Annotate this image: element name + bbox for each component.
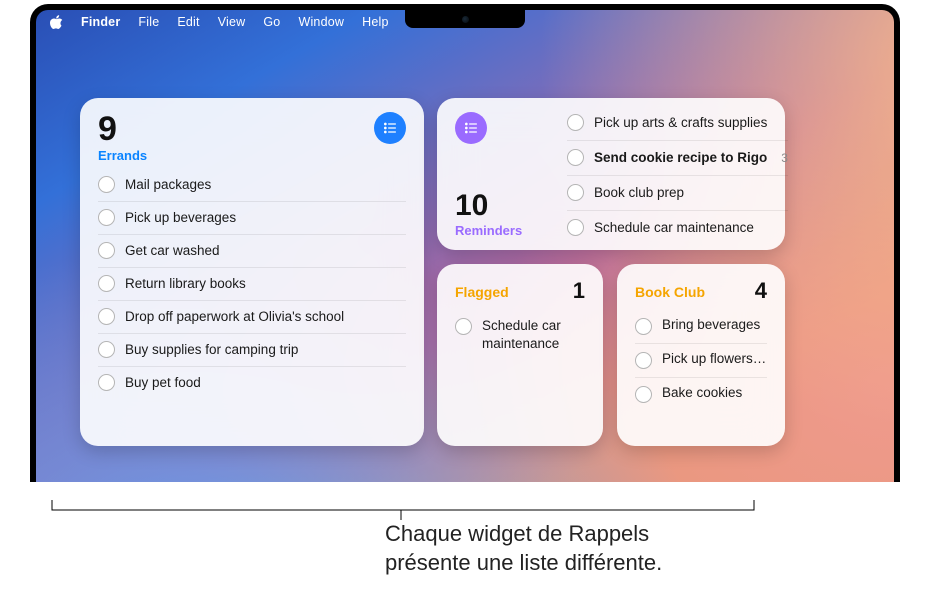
flagged-name: Flagged <box>455 284 509 300</box>
subtask-count-badge: 3 <box>781 151 788 165</box>
widget-flagged[interactable]: Flagged 1 Schedule car maintenance <box>437 264 603 446</box>
annotation-callout: Chaque widget de Rappels présente une li… <box>51 500 755 535</box>
menubar-item-help[interactable]: Help <box>362 15 389 29</box>
display-notch <box>405 10 525 28</box>
checkbox-circle[interactable] <box>567 149 584 166</box>
checkbox-circle[interactable] <box>455 318 472 335</box>
bookclub-name: Book Club <box>635 284 705 300</box>
list-item[interactable]: Buy pet food <box>98 367 406 399</box>
checkbox-circle[interactable] <box>98 242 115 259</box>
list-item[interactable]: Schedule car maintenance <box>567 211 788 245</box>
list-item[interactable]: Return library books <box>98 268 406 301</box>
menubar-item-file[interactable]: File <box>138 15 159 29</box>
errands-name: Errands <box>98 148 147 163</box>
widget-errands[interactable]: 9 Errands Mail packages Pick up beverage… <box>80 98 424 446</box>
list-item[interactable]: Pick up flowers f... <box>635 344 767 378</box>
screen: Finder File Edit View Go Window Help 9 E… <box>36 10 894 482</box>
errands-count: 9 <box>98 112 147 146</box>
apple-menu-icon[interactable] <box>50 15 63 29</box>
list-item[interactable]: Bake cookies <box>635 378 767 411</box>
checkbox-circle[interactable] <box>635 386 652 403</box>
list-item[interactable]: Buy supplies for camping trip <box>98 334 406 367</box>
menubar-item-go[interactable]: Go <box>263 15 280 29</box>
list-item[interactable]: Mail packages <box>98 169 406 202</box>
checkbox-circle[interactable] <box>98 374 115 391</box>
checkbox-circle[interactable] <box>567 114 584 131</box>
menubar-app-name[interactable]: Finder <box>81 15 120 29</box>
menubar-item-window[interactable]: Window <box>298 15 344 29</box>
checkbox-circle[interactable] <box>98 308 115 325</box>
list-item[interactable]: Send cookie recipe to Rigo3 <box>567 141 788 176</box>
checkbox-circle[interactable] <box>567 184 584 201</box>
checkbox-circle[interactable] <box>635 318 652 335</box>
list-item[interactable]: Drop off paperwork at Olivia's school <box>98 301 406 334</box>
menubar-item-view[interactable]: View <box>218 15 246 29</box>
checkbox-circle[interactable] <box>98 275 115 292</box>
list-item[interactable]: Get car washed <box>98 235 406 268</box>
checkbox-circle[interactable] <box>98 209 115 226</box>
list-item[interactable]: Book club prep <box>567 176 788 211</box>
list-icon <box>374 112 406 144</box>
camera-icon <box>462 16 469 23</box>
checkbox-circle[interactable] <box>98 341 115 358</box>
laptop-frame: Finder File Edit View Go Window Help 9 E… <box>30 4 900 482</box>
flagged-count: 1 <box>573 278 585 304</box>
list-item[interactable]: Pick up beverages <box>98 202 406 235</box>
checkbox-circle[interactable] <box>98 176 115 193</box>
desktop: 9 Errands Mail packages Pick up beverage… <box>36 34 894 482</box>
widget-reminders[interactable]: 10 Reminders Pick up arts & crafts suppl… <box>437 98 785 250</box>
bookclub-count: 4 <box>755 278 767 304</box>
menubar-item-edit[interactable]: Edit <box>177 15 199 29</box>
reminders-name: Reminders <box>455 223 563 238</box>
callout-text: Chaque widget de Rappels présente une li… <box>385 520 825 577</box>
reminders-count: 10 <box>455 191 563 221</box>
checkbox-circle[interactable] <box>635 352 652 369</box>
list-item[interactable]: Bring beverages <box>635 310 767 344</box>
list-item[interactable]: Schedule car maintenance <box>455 310 585 361</box>
list-icon <box>455 112 487 144</box>
widget-bookclub[interactable]: Book Club 4 Bring beverages Pick up flow… <box>617 264 785 446</box>
list-item[interactable]: Pick up arts & crafts supplies <box>567 106 788 141</box>
checkbox-circle[interactable] <box>567 219 584 236</box>
